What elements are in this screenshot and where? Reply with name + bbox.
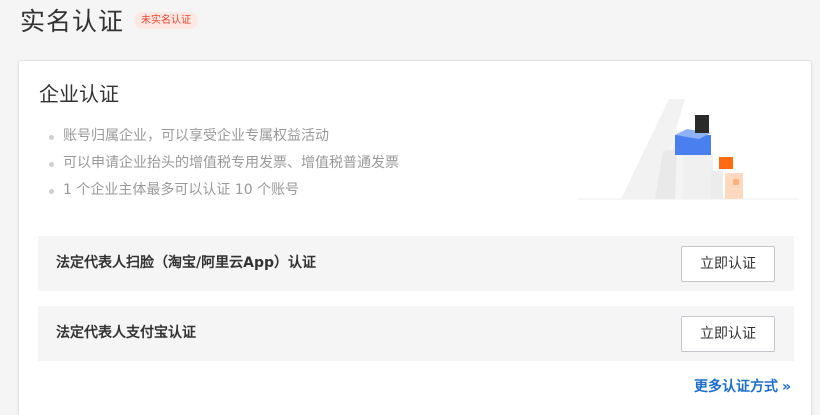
benefits-list: 账号归属企业，可以享受企业专属权益活动 可以申请企业抬头的增值税专用发票、增值税… [47,123,399,204]
method-row-face-scan: 法定代表人扫脸（淘宝/阿里云App）认证 立即认证 [38,236,794,291]
card-title: 企业认证 [39,82,119,106]
enterprise-verification-card: 企业认证 账号归属企业，可以享受企业专属权益活动 可以申请企业抬头的增值税专用发… [18,60,812,415]
method-label: 法定代表人扫脸（淘宝/阿里云App）认证 [56,255,316,271]
more-verification-methods-link[interactable]: 更多认证方式» [694,376,791,396]
verify-now-button[interactable]: 立即认证 [681,316,775,352]
benefit-item: 1 个企业主体最多可以认证 10 个账号 [47,177,399,204]
page-title: 实名认证 [20,7,125,36]
method-label: 法定代表人支付宝认证 [56,325,196,341]
building-illustration [579,99,799,200]
benefit-item: 账号归属企业，可以享受企业专属权益活动 [47,123,399,150]
benefit-item: 可以申请企业抬头的增值税专用发票、增值税普通发票 [47,150,399,177]
more-link-label: 更多认证方式 [693,379,778,395]
verify-now-button[interactable]: 立即认证 [681,246,775,282]
method-row-alipay: 法定代表人支付宝认证 立即认证 [38,306,794,361]
double-chevron-right-icon: » [781,379,791,395]
status-badge: 未实名认证 [134,12,198,29]
